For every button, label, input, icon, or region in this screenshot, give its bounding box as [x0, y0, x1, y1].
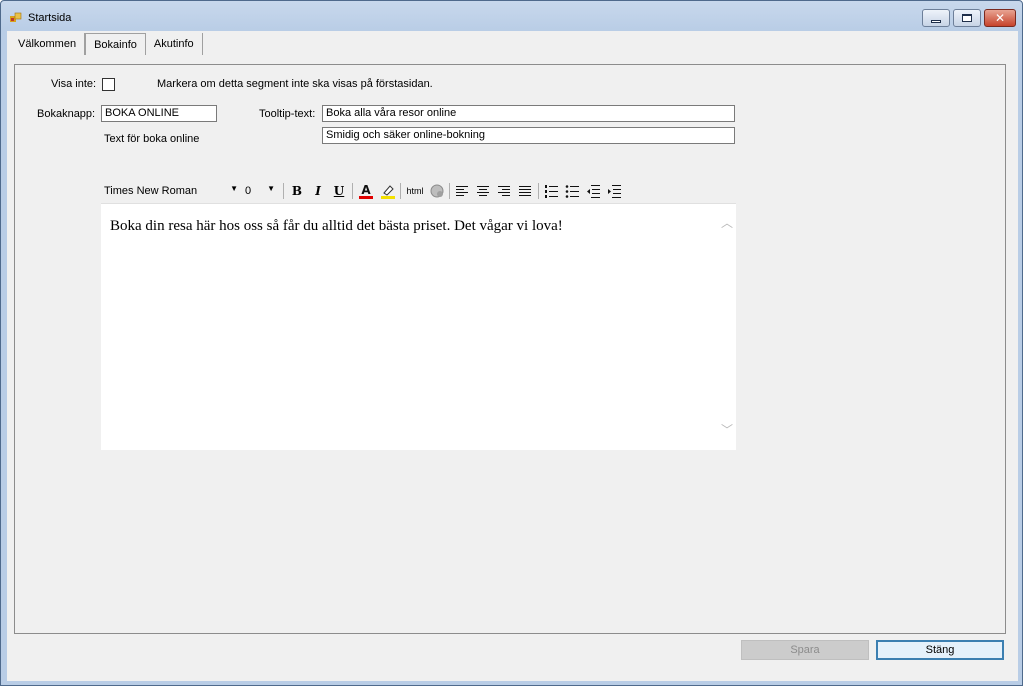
size-select[interactable]: 0 ▼ — [242, 182, 278, 200]
indent-button[interactable] — [605, 182, 623, 200]
justify-button[interactable] — [516, 182, 534, 200]
underline-button[interactable]: U — [330, 182, 348, 200]
visa-inte-label: Visa inte: — [51, 78, 97, 90]
visa-inte-checkbox[interactable] — [102, 78, 115, 91]
tab-strip: Välkommen Bokainfo Akutinfo — [10, 33, 203, 55]
align-center-button[interactable] — [474, 182, 492, 200]
maximize-icon — [962, 14, 972, 22]
save-button[interactable]: Spara — [741, 640, 869, 660]
tab-bokainfo[interactable]: Bokainfo — [85, 33, 146, 55]
outdent-button[interactable] — [584, 182, 602, 200]
align-center-icon — [477, 186, 489, 196]
minimize-icon — [931, 19, 941, 23]
tab-label: Bokainfo — [94, 38, 137, 51]
numbered-list-icon — [545, 185, 558, 198]
bullet-list-icon — [565, 185, 579, 198]
app-window: Startsida ✕ Välkommen Bokainfo Akutinfo … — [0, 0, 1023, 686]
globe-icon — [430, 184, 444, 198]
tooltip-label: Tooltip-text: — [259, 108, 316, 120]
minimize-button[interactable] — [922, 9, 950, 27]
toolbar-separator — [283, 183, 284, 199]
text-boka-online-label: Text för boka online — [104, 133, 200, 145]
app-icon — [10, 12, 22, 22]
font-color-swatch — [359, 195, 373, 199]
align-left-icon — [456, 186, 468, 196]
maximize-button[interactable] — [953, 9, 981, 27]
highlighter-icon — [381, 185, 395, 199]
tab-akutinfo[interactable]: Akutinfo — [146, 33, 203, 55]
editor-toolbar: Times New Roman ▼ 0 ▼ B I U A html — [101, 179, 736, 203]
html-button[interactable]: html — [404, 182, 426, 200]
font-color-button[interactable]: A — [357, 182, 375, 200]
visa-inte-hint: Markera om detta segment inte ska visas … — [157, 78, 433, 90]
chevron-down-icon: ▼ — [230, 184, 238, 193]
bold-button[interactable]: B — [288, 182, 306, 200]
italic-button[interactable]: I — [309, 182, 327, 200]
font-select[interactable]: Times New Roman ▼ — [101, 182, 241, 200]
outdent-icon — [587, 185, 600, 198]
title-bar[interactable]: Startsida ✕ — [1, 1, 1022, 31]
toolbar-separator — [352, 183, 353, 199]
indent-icon — [608, 185, 621, 198]
scroll-down-icon[interactable]: ﹀ — [721, 421, 733, 438]
tab-valkommen[interactable]: Välkommen — [10, 33, 86, 55]
toolbar-separator — [400, 183, 401, 199]
client-area: Välkommen Bokainfo Akutinfo Visa inte: M… — [7, 31, 1018, 681]
image-button[interactable] — [428, 182, 446, 200]
highlight-button[interactable] — [379, 182, 397, 200]
tooltip-input[interactable]: Boka alla våra resor online — [322, 105, 735, 122]
numbered-list-button[interactable] — [542, 182, 560, 200]
size-select-value: 0 — [245, 185, 252, 197]
tab-page-bokainfo: Visa inte: Markera om detta segment inte… — [14, 64, 1006, 634]
bokaknapp-input[interactable]: BOKA ONLINE — [101, 105, 217, 122]
toolbar-separator — [538, 183, 539, 199]
toolbar-separator — [449, 183, 450, 199]
tab-label: Akutinfo — [153, 38, 194, 50]
window-title: Startsida — [28, 12, 72, 24]
tab-label: Välkommen — [18, 38, 77, 50]
close-window-button[interactable]: ✕ — [984, 9, 1016, 27]
align-right-button[interactable] — [495, 182, 513, 200]
scroll-up-icon[interactable]: ︿ — [721, 214, 733, 231]
justify-icon — [519, 186, 531, 196]
align-left-button[interactable] — [453, 182, 471, 200]
text-boka-online-input[interactable]: Smidig och säker online-bokning — [322, 127, 735, 144]
font-select-value: Times New Roman — [104, 185, 198, 197]
font-color-icon: A — [361, 182, 371, 197]
close-icon: ✕ — [994, 11, 1006, 25]
editor-content[interactable]: Boka din resa här hos oss så får du allt… — [110, 218, 563, 235]
chevron-down-icon: ▼ — [267, 184, 275, 193]
align-right-icon — [498, 186, 510, 196]
bullet-list-button[interactable] — [563, 182, 581, 200]
close-button[interactable]: Stäng — [876, 640, 1004, 660]
rich-text-editor[interactable]: Boka din resa här hos oss så får du allt… — [101, 203, 736, 450]
bokaknapp-label: Bokaknapp: — [37, 108, 96, 120]
